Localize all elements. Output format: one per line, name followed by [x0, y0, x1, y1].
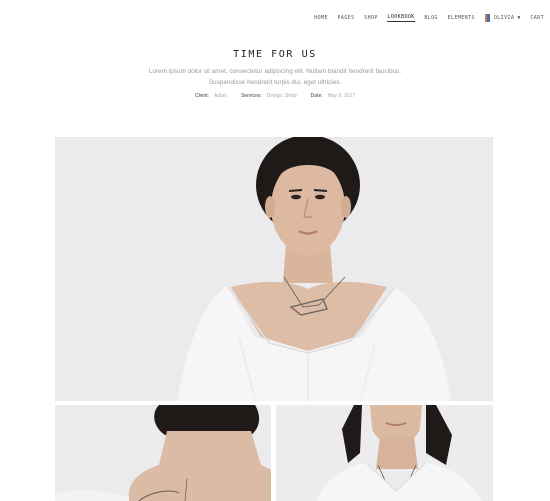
meta-services-value: Design, Shop	[266, 93, 297, 99]
meta-date-label: Date:	[310, 93, 323, 99]
project-meta: Client: Adam Services: Design, Shop Date: M…	[0, 93, 550, 99]
page-title: TIME FOR US	[233, 49, 317, 60]
lookbook-photo-back[interactable]	[55, 405, 271, 501]
project-description: Lorem ipsum dolor sit amet, consectetur …	[148, 68, 402, 86]
nav-item-lookbook[interactable]: LOOKBOOK	[387, 14, 415, 22]
meta-services: Services: Design, Shop	[241, 93, 297, 99]
portrait-illustration	[55, 137, 493, 401]
back-illustration	[55, 405, 271, 501]
caret-down-icon: ▼	[517, 15, 521, 21]
nav-item-cart[interactable]: CART	[530, 15, 544, 21]
nav-item-home[interactable]: HOME	[314, 15, 328, 21]
nav-item-shop[interactable]: SHOP	[364, 15, 378, 21]
meta-client: Client: Adam	[195, 93, 227, 99]
meta-date: Date: May 9, 2017	[311, 93, 355, 99]
nav-item-elements[interactable]: ELEMENTS	[448, 15, 475, 21]
meta-date-value: May 9, 2017	[327, 93, 356, 99]
lookbook-photo-main[interactable]	[55, 137, 493, 401]
meta-client-label: Client:	[194, 93, 210, 99]
detail-illustration	[276, 405, 493, 501]
main-nav: HOME PAGES SHOP LOOKBOOK BLOG ELEMENTS O…	[305, 14, 544, 22]
nav-item-pages[interactable]: PAGES	[338, 15, 355, 21]
language-label: OLIVIA	[493, 15, 515, 21]
lookbook-photo-detail[interactable]	[276, 405, 493, 501]
language-selector[interactable]: OLIVIA ▼	[484, 14, 521, 22]
meta-client-value: Adam	[214, 93, 228, 99]
flag-icon	[484, 14, 490, 22]
nav-item-blog[interactable]: BLOG	[424, 15, 438, 21]
meta-services-label: Services:	[241, 93, 262, 99]
